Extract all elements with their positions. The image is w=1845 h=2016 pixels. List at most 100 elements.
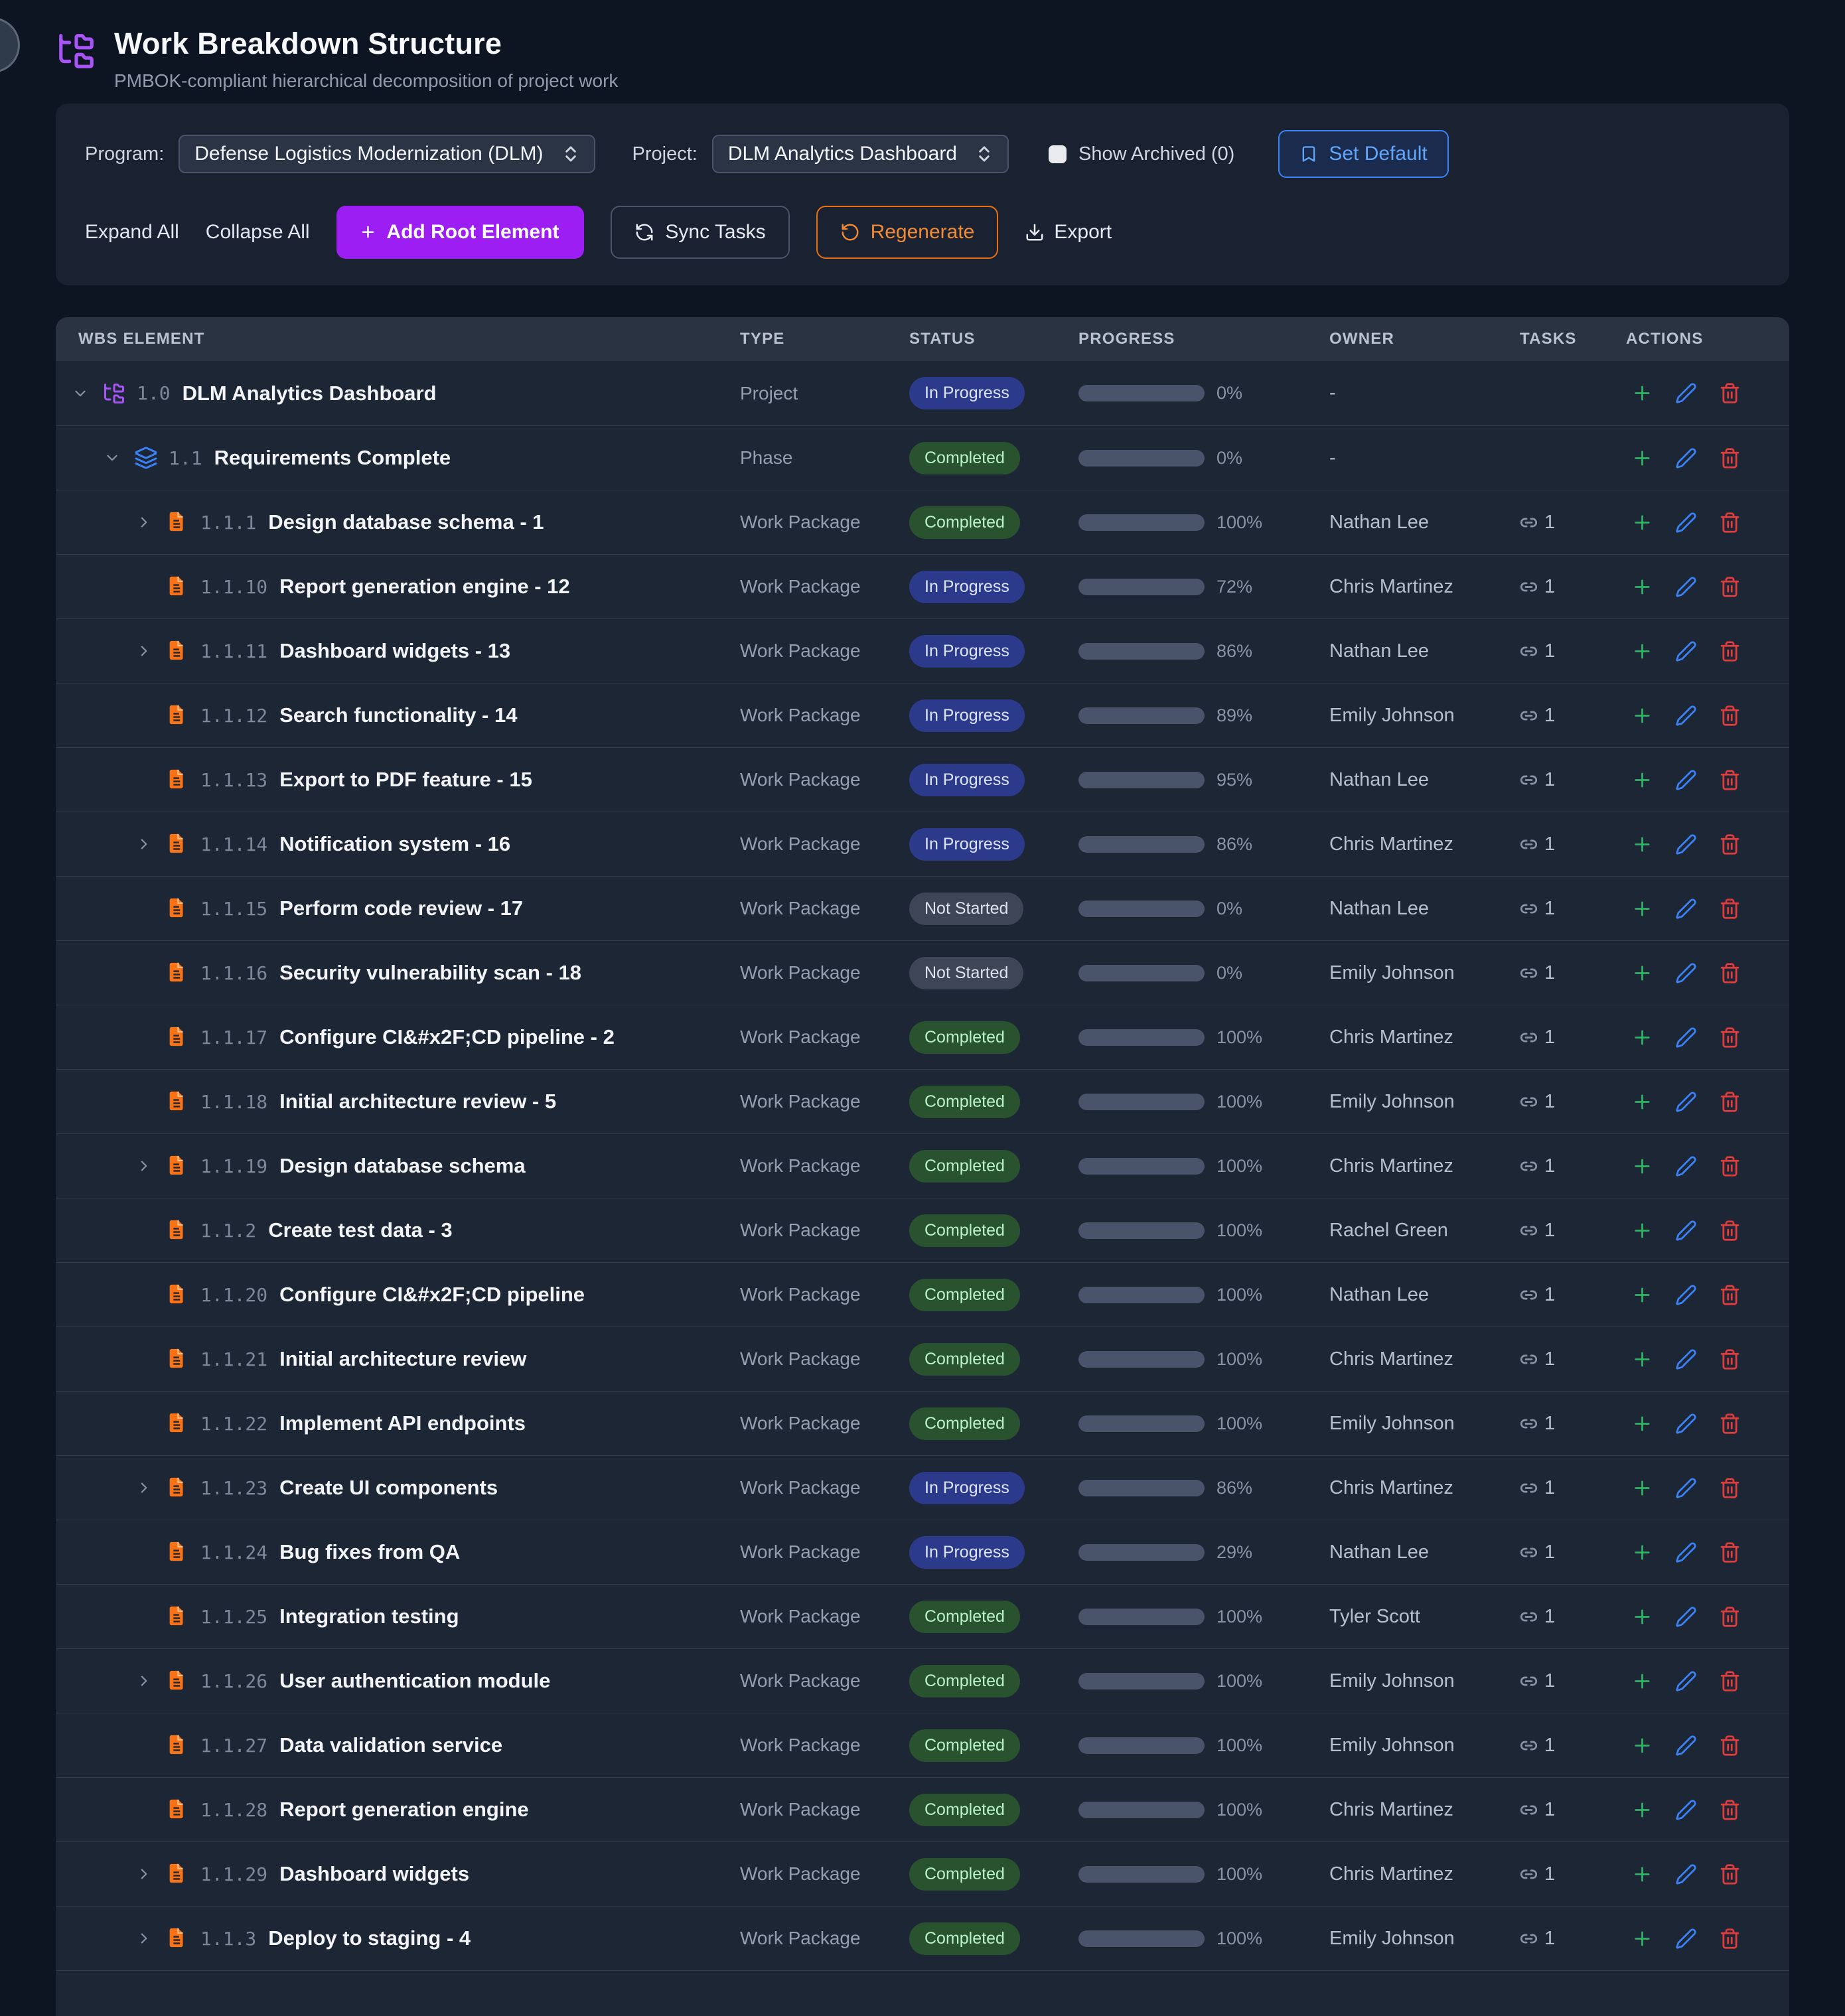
add-child-button[interactable] <box>1630 510 1654 534</box>
tasks-cell[interactable]: 1 <box>1520 1413 1626 1435</box>
add-child-button[interactable] <box>1630 961 1654 985</box>
add-child-button[interactable] <box>1630 1411 1654 1435</box>
table-row[interactable]: 1.1.19 Design database schema Work Packa… <box>56 1133 1789 1198</box>
tasks-cell[interactable]: 1 <box>1520 1928 1626 1950</box>
edit-button[interactable] <box>1674 1025 1698 1049</box>
tasks-cell[interactable]: 1 <box>1520 1606 1626 1628</box>
tasks-cell[interactable]: 1 <box>1520 1091 1626 1113</box>
table-row[interactable]: 1.1 Requirements Complete Phase Complete… <box>56 425 1789 490</box>
table-row[interactable]: 1.1.22 Implement API endpoints Work Pack… <box>56 1391 1789 1455</box>
edit-button[interactable] <box>1674 703 1698 727</box>
expand-chevron[interactable] <box>135 835 166 853</box>
delete-button[interactable] <box>1718 1798 1741 1822</box>
set-default-button[interactable]: Set Default <box>1278 130 1448 178</box>
add-child-button[interactable] <box>1630 1283 1654 1307</box>
delete-button[interactable] <box>1718 1411 1741 1435</box>
add-child-button[interactable] <box>1630 1540 1654 1564</box>
table-row[interactable]: 1.1.20 Configure CI&#x2F;CD pipeline Wor… <box>56 1262 1789 1327</box>
edit-button[interactable] <box>1674 897 1698 920</box>
edit-button[interactable] <box>1674 382 1698 405</box>
tasks-cell[interactable]: 1 <box>1520 898 1626 920</box>
expand-chevron[interactable] <box>72 385 102 402</box>
add-child-button[interactable] <box>1630 639 1654 663</box>
table-row[interactable]: 1.1.17 Configure CI&#x2F;CD pipeline - 2… <box>56 1005 1789 1069</box>
delete-button[interactable] <box>1718 1669 1741 1693</box>
expand-chevron[interactable] <box>104 449 134 467</box>
delete-button[interactable] <box>1718 897 1741 920</box>
add-child-button[interactable] <box>1630 1798 1654 1822</box>
edit-button[interactable] <box>1674 961 1698 985</box>
delete-button[interactable] <box>1718 1862 1741 1886</box>
delete-button[interactable] <box>1718 1926 1741 1950</box>
expand-chevron[interactable] <box>135 1930 166 1947</box>
edit-button[interactable] <box>1674 1218 1698 1242</box>
table-row[interactable]: 1.1.10 Report generation engine - 12 Wor… <box>56 554 1789 618</box>
edit-button[interactable] <box>1674 1926 1698 1950</box>
tasks-cell[interactable]: 1 <box>1520 1348 1626 1370</box>
delete-button[interactable] <box>1718 1218 1741 1242</box>
edit-button[interactable] <box>1674 768 1698 792</box>
table-row[interactable]: 1.0 DLM Analytics Dashboard Project In P… <box>56 361 1789 425</box>
edit-button[interactable] <box>1674 1090 1698 1114</box>
table-row[interactable]: 1.1.14 Notification system - 16 Work Pac… <box>56 812 1789 876</box>
edit-button[interactable] <box>1674 1476 1698 1500</box>
expand-all-button[interactable]: Expand All <box>85 221 179 244</box>
edit-button[interactable] <box>1674 1798 1698 1822</box>
edit-button[interactable] <box>1674 446 1698 470</box>
tasks-cell[interactable]: 1 <box>1520 1670 1626 1692</box>
delete-button[interactable] <box>1718 1154 1741 1178</box>
delete-button[interactable] <box>1718 1476 1741 1500</box>
edit-button[interactable] <box>1674 1605 1698 1628</box>
expand-chevron[interactable] <box>135 1479 166 1496</box>
table-row[interactable]: 1.1.23 Create UI components Work Package… <box>56 1455 1789 1520</box>
tasks-cell[interactable]: 1 <box>1520 962 1626 984</box>
add-child-button[interactable] <box>1630 1025 1654 1049</box>
edit-button[interactable] <box>1674 1347 1698 1371</box>
export-button[interactable]: Export <box>1025 221 1112 244</box>
table-row[interactable]: 1.1.13 Export to PDF feature - 15 Work P… <box>56 747 1789 812</box>
add-child-button[interactable] <box>1630 1476 1654 1500</box>
delete-button[interactable] <box>1718 1025 1741 1049</box>
tasks-cell[interactable]: 1 <box>1520 1735 1626 1757</box>
add-child-button[interactable] <box>1630 575 1654 599</box>
program-select[interactable]: Defense Logistics Modernization (DLM) <box>179 135 595 173</box>
table-row[interactable]: 1.1.12 Search functionality - 14 Work Pa… <box>56 683 1789 747</box>
table-row[interactable]: 1.1.25 Integration testing Work Package … <box>56 1584 1789 1648</box>
expand-chevron[interactable] <box>135 514 166 531</box>
expand-chevron[interactable] <box>135 1865 166 1883</box>
edit-button[interactable] <box>1674 1540 1698 1564</box>
add-child-button[interactable] <box>1630 446 1654 470</box>
edit-button[interactable] <box>1674 1669 1698 1693</box>
delete-button[interactable] <box>1718 446 1741 470</box>
add-child-button[interactable] <box>1630 1862 1654 1886</box>
delete-button[interactable] <box>1718 575 1741 599</box>
tasks-cell[interactable]: 1 <box>1520 1799 1626 1821</box>
regenerate-button[interactable]: Regenerate <box>816 206 999 259</box>
edit-button[interactable] <box>1674 1862 1698 1886</box>
edit-button[interactable] <box>1674 639 1698 663</box>
tasks-cell[interactable]: 1 <box>1520 705 1626 727</box>
tasks-cell[interactable]: 1 <box>1520 769 1626 791</box>
add-child-button[interactable] <box>1630 1347 1654 1371</box>
table-row[interactable]: 1.1.2 Create test data - 3 Work Package … <box>56 1198 1789 1262</box>
delete-button[interactable] <box>1718 1283 1741 1307</box>
expand-chevron[interactable] <box>135 1672 166 1690</box>
delete-button[interactable] <box>1718 382 1741 405</box>
edit-button[interactable] <box>1674 1154 1698 1178</box>
table-row[interactable]: 1.1.18 Initial architecture review - 5 W… <box>56 1069 1789 1133</box>
collapse-all-button[interactable]: Collapse All <box>206 221 310 244</box>
tasks-cell[interactable]: 1 <box>1520 1220 1626 1242</box>
tasks-cell[interactable]: 1 <box>1520 1863 1626 1885</box>
table-row[interactable]: 1.1.15 Perform code review - 17 Work Pac… <box>56 876 1789 940</box>
show-archived-checkbox[interactable] <box>1049 145 1067 163</box>
project-select[interactable]: DLM Analytics Dashboard <box>712 135 1009 173</box>
add-child-button[interactable] <box>1630 1605 1654 1628</box>
table-row[interactable]: 1.1.11 Dashboard widgets - 13 Work Packa… <box>56 618 1789 683</box>
table-row[interactable]: 1.1.21 Initial architecture review Work … <box>56 1327 1789 1391</box>
add-root-element-button[interactable]: + Add Root Element <box>336 206 585 259</box>
tasks-cell[interactable]: 1 <box>1520 833 1626 855</box>
edit-button[interactable] <box>1674 575 1698 599</box>
edit-button[interactable] <box>1674 1411 1698 1435</box>
add-child-button[interactable] <box>1630 832 1654 856</box>
table-row[interactable]: 1.1.26 User authentication module Work P… <box>56 1648 1789 1713</box>
